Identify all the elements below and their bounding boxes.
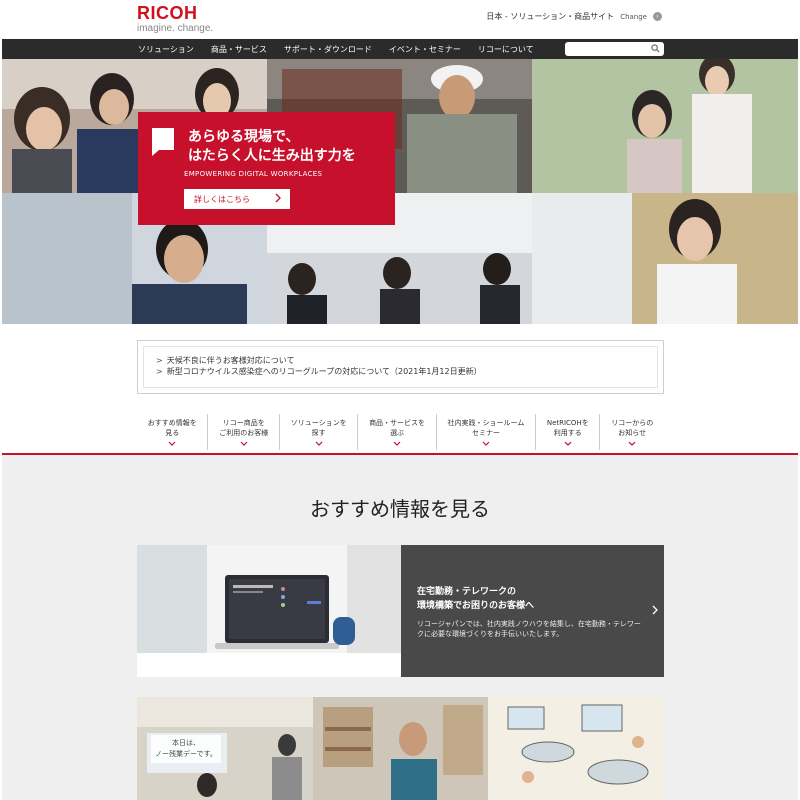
office-screen-caption: 本日は、 ノー残業デーです。 [151,735,221,763]
chevron-right-icon [652,605,658,615]
workplace-illustration [488,697,664,800]
subnav-label: NetRICOHを [546,419,589,427]
subnav-label: ソリューションを [290,419,347,427]
subnav-item-products[interactable]: 商品・サービスを 選ぶ [358,414,437,450]
subnav-label: 選ぶ [390,429,405,437]
caption-line1: 本日は、 [172,739,200,747]
hero-details-button[interactable]: 詳しくはこちら [184,189,290,209]
subnav-item-netricoh[interactable]: NetRICOHを 利用する [536,414,601,450]
subnav-item-news[interactable]: リコーからの お知らせ [600,414,663,450]
chevron-right-icon: > [156,356,163,365]
feature-text-panel: 在宅勤務・テレワークの 環境構築でお困りのお客様へ リコージャパンでは、社内実践… [401,545,664,677]
hero-photo-collage [2,59,798,324]
ricoh-logo[interactable]: RICOH imagine. change. [137,4,213,35]
feature-photo [137,545,401,677]
nav-item-about[interactable]: リコーについて [478,44,534,55]
notice-link-weather-text: 天候不良に伴うお客様対応について [166,356,295,365]
subnav-item-showroom[interactable]: 社内実践・ショールーム セミナー [437,414,537,450]
chevron-down-icon [240,441,248,446]
hero-title: あらゆる現場で、 はたらく人に生み出す力を [188,128,356,166]
nav-item-products[interactable]: 商品・サービス [211,44,267,55]
section-subnav: おすすめ情報を 見る リコー商品を ご利用のお客様 ソリューションを 探す 商品… [137,414,664,450]
subnav-label: リコーからの [611,419,654,427]
logo-wordmark: RICOH [137,3,198,23]
recommend-cards: 本日は、 ノー残業デーです。 [137,697,664,800]
subnav-label: 見る [165,429,180,437]
subnav-label: セミナー [471,429,500,437]
recommend-card-illustration[interactable] [488,697,664,800]
arrow-circle-icon[interactable]: › [653,12,662,21]
subnav-label: 探す [311,429,326,437]
caption-line2: ノー残業デーです。 [155,750,217,758]
headset-person-photo [312,697,489,800]
nav-item-support[interactable]: サポート・ダウンロード [284,44,372,55]
chevron-down-icon [564,441,572,446]
chevron-right-icon: > [156,367,163,376]
notice-link-covid[interactable]: > 新型コロナウイルス感染症へのリコーグループの対応について（2021年1月12日… [156,366,657,377]
feature-banner-telework[interactable]: 在宅勤務・テレワークの 環境構築でお困りのお客様へ リコージャパンでは、社内実践… [137,545,664,677]
chevron-down-icon [315,441,323,446]
site-label: 日本 - ソリューション・商品サイト [486,12,615,21]
subnav-item-solutions[interactable]: ソリューションを 探す [280,414,359,450]
chevron-down-icon [168,441,176,446]
notice-box: > 天候不良に伴うお客様対応について > 新型コロナウイルス感染症へのリコーグループ… [137,340,664,394]
feature-title: 在宅勤務・テレワークの 環境構築でお困りのお客様へ [417,585,534,613]
recommend-card-remote[interactable] [312,697,489,800]
hero-banner: あらゆる現場で、 はたらく人に生み出す力を EMPOWERING DIGITAL… [2,59,798,324]
speech-mark-icon [152,128,174,156]
search-icon[interactable] [651,44,660,53]
hero-title-line2: はたらく人に生み出す力を [188,148,356,164]
chevron-right-icon [275,193,281,203]
search-input[interactable] [565,42,664,56]
hero-subtitle: EMPOWERING DIGITAL WORKPLACES [184,170,323,178]
subnav-label: おすすめ情報を [147,419,197,427]
logo-tagline: imagine. change. [137,23,214,34]
recommended-section: おすすめ情報を見る 在宅勤務・テレワークの 環境構築でお困りのお客様へ リコージ… [2,455,798,800]
subnav-item-recommended[interactable]: おすすめ情報を 見る [137,414,209,450]
subnav-label: 利用する [553,429,582,437]
hero-title-line1: あらゆる現場で、 [188,129,300,145]
laptop-photo [137,545,401,677]
subnav-label: 社内実践・ショールーム [447,419,525,427]
notice-link-weather[interactable]: > 天候不良に伴うお客様対応について [156,355,657,366]
subnav-label: お知らせ [618,429,647,437]
recommend-card-office[interactable]: 本日は、 ノー残業デーです。 [137,697,313,800]
site-selector: 日本 - ソリューション・商品サイト Change › [486,11,662,22]
feature-title-line2: 環境構築でお困りのお客様へ [417,601,535,611]
section-title: おすすめ情報を見る [310,497,490,521]
nav-item-solutions[interactable]: ソリューション [138,44,194,55]
subnav-label: 商品・サービスを [369,419,426,427]
hero-message-card: あらゆる現場で、 はたらく人に生み出す力を EMPOWERING DIGITAL… [138,112,395,225]
site-header: RICOH imagine. change. 日本 - ソリューション・商品サイ… [0,0,800,39]
change-site-link[interactable]: Change [620,13,647,21]
subnav-label: リコー商品を [222,419,265,427]
nav-item-events[interactable]: イベント・セミナー [389,44,461,55]
chevron-down-icon [393,441,401,446]
hero-details-label: 詳しくはこちら [194,194,250,204]
global-nav: ソリューション 商品・サービス サポート・ダウンロード イベント・セミナー リコ… [2,39,798,59]
feature-title-line1: 在宅勤務・テレワークの [417,587,517,597]
subnav-label: ご利用のお客様 [219,429,269,437]
chevron-down-icon [482,441,490,446]
notice-link-covid-text: 新型コロナウイルス感染症へのリコーグループの対応について（2021年1月12日更… [166,367,482,376]
subnav-item-customers[interactable]: リコー商品を ご利用のお客様 [208,414,280,450]
chevron-down-icon [628,441,636,446]
feature-description: リコージャパンでは、社内実践ノウハウを結集し、在宅勤務・テレワークに必要な環境づ… [417,620,641,638]
